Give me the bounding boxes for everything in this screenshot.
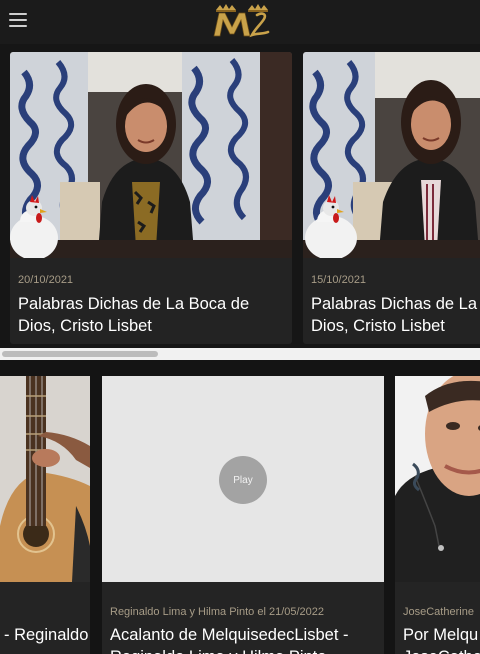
video-meta: Reginaldo Lima y Hilma Pinto el 21/05/20… xyxy=(110,606,325,618)
video-thumbnail[interactable] xyxy=(0,376,90,582)
sermons-carousel[interactable]: 20/10/2021 Palabras Dichas de La Boca de… xyxy=(0,44,480,348)
video-thumbnail[interactable] xyxy=(395,376,480,582)
play-button[interactable]: Play xyxy=(219,456,267,504)
crowned-ml-logo-icon[interactable] xyxy=(211,3,273,39)
horizontal-scrollbar[interactable] xyxy=(0,348,480,360)
music-carousel[interactable]: - Reginaldo Play Reginaldo Lima y Hilma … xyxy=(0,360,480,654)
video-card[interactable]: - Reginaldo xyxy=(0,376,90,654)
video-meta: JoseCatherine xyxy=(403,606,474,618)
video-thumbnail[interactable]: Play xyxy=(102,376,384,582)
top-bar xyxy=(0,0,480,44)
publish-date: 20/10/2021 xyxy=(18,274,74,286)
video-card[interactable]: 20/10/2021 Palabras Dichas de La Boca de… xyxy=(10,52,292,344)
video-title[interactable]: Por Melqu JoseCathe xyxy=(403,624,480,654)
video-title[interactable]: Acalanto de MelquisedecLisbet - Reginald… xyxy=(110,624,348,654)
video-thumbnail[interactable] xyxy=(10,52,292,258)
video-thumbnail[interactable] xyxy=(303,52,480,258)
video-card[interactable]: 15/10/2021 Palabras Dichas de La Boca de… xyxy=(303,52,480,344)
hamburger-menu-icon[interactable] xyxy=(9,13,27,29)
video-title[interactable]: Palabras Dichas de La Boca de Dios, Cris… xyxy=(311,293,480,337)
video-card[interactable]: JoseCatherine Por Melqu JoseCathe xyxy=(395,376,480,654)
video-title[interactable]: Palabras Dichas de La Boca de Dios, Cris… xyxy=(18,293,249,337)
scrollbar-thumb[interactable] xyxy=(2,351,158,357)
publish-date: 15/10/2021 xyxy=(311,274,367,286)
video-title[interactable]: - Reginaldo xyxy=(4,624,88,646)
video-card[interactable]: Play Reginaldo Lima y Hilma Pinto el 21/… xyxy=(102,376,384,654)
